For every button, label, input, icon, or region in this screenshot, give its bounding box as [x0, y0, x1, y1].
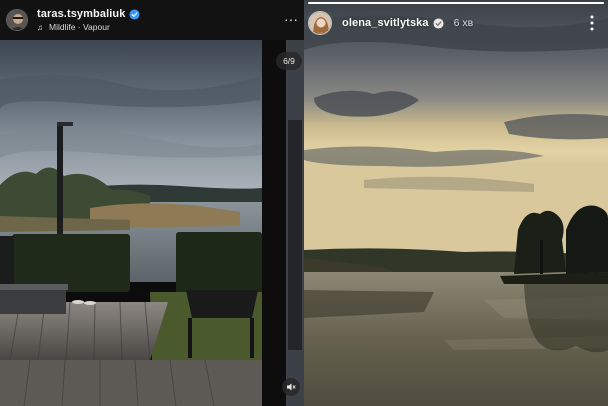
- right-user-avatar[interactable]: [308, 11, 332, 35]
- story-right[interactable]: olena_svitlytska 6 хв: [304, 0, 608, 406]
- story-progress-fill: [308, 2, 604, 4]
- music-label: Mildlife · Vapour: [49, 22, 110, 32]
- left-username[interactable]: taras.tsymbaliuk: [37, 8, 125, 20]
- left-story-photo: [0, 40, 304, 406]
- music-attribution[interactable]: ♫ Mildlife · Vapour: [37, 22, 140, 32]
- story-counter-badge: 6/9: [276, 52, 302, 70]
- left-more-options-button[interactable]: ···: [284, 12, 298, 26]
- speaker-muted-icon: [287, 383, 296, 391]
- story-progress-bar: [308, 2, 604, 4]
- verified-badge-icon: [433, 17, 444, 29]
- story-left[interactable]: taras.tsymbaliuk ♫ Mildlife · Vapour ···…: [0, 0, 304, 406]
- left-story-header: taras.tsymbaliuk ♫ Mildlife · Vapour ···: [0, 0, 304, 40]
- post-time: 6 хв: [453, 17, 474, 29]
- right-story-header: olena_svitlytska 6 хв: [304, 8, 608, 38]
- vertical-ellipsis-icon[interactable]: [588, 14, 596, 32]
- verified-badge-icon: [129, 8, 140, 20]
- music-note-icon: ♫: [37, 22, 43, 32]
- mute-button[interactable]: [282, 378, 300, 396]
- right-story-photo: [304, 0, 608, 406]
- right-username[interactable]: olena_svitlytska: [342, 17, 429, 29]
- left-user-info: taras.tsymbaliuk ♫ Mildlife · Vapour: [37, 8, 140, 32]
- left-username-row: taras.tsymbaliuk: [37, 8, 140, 20]
- left-user-avatar[interactable]: [6, 9, 28, 31]
